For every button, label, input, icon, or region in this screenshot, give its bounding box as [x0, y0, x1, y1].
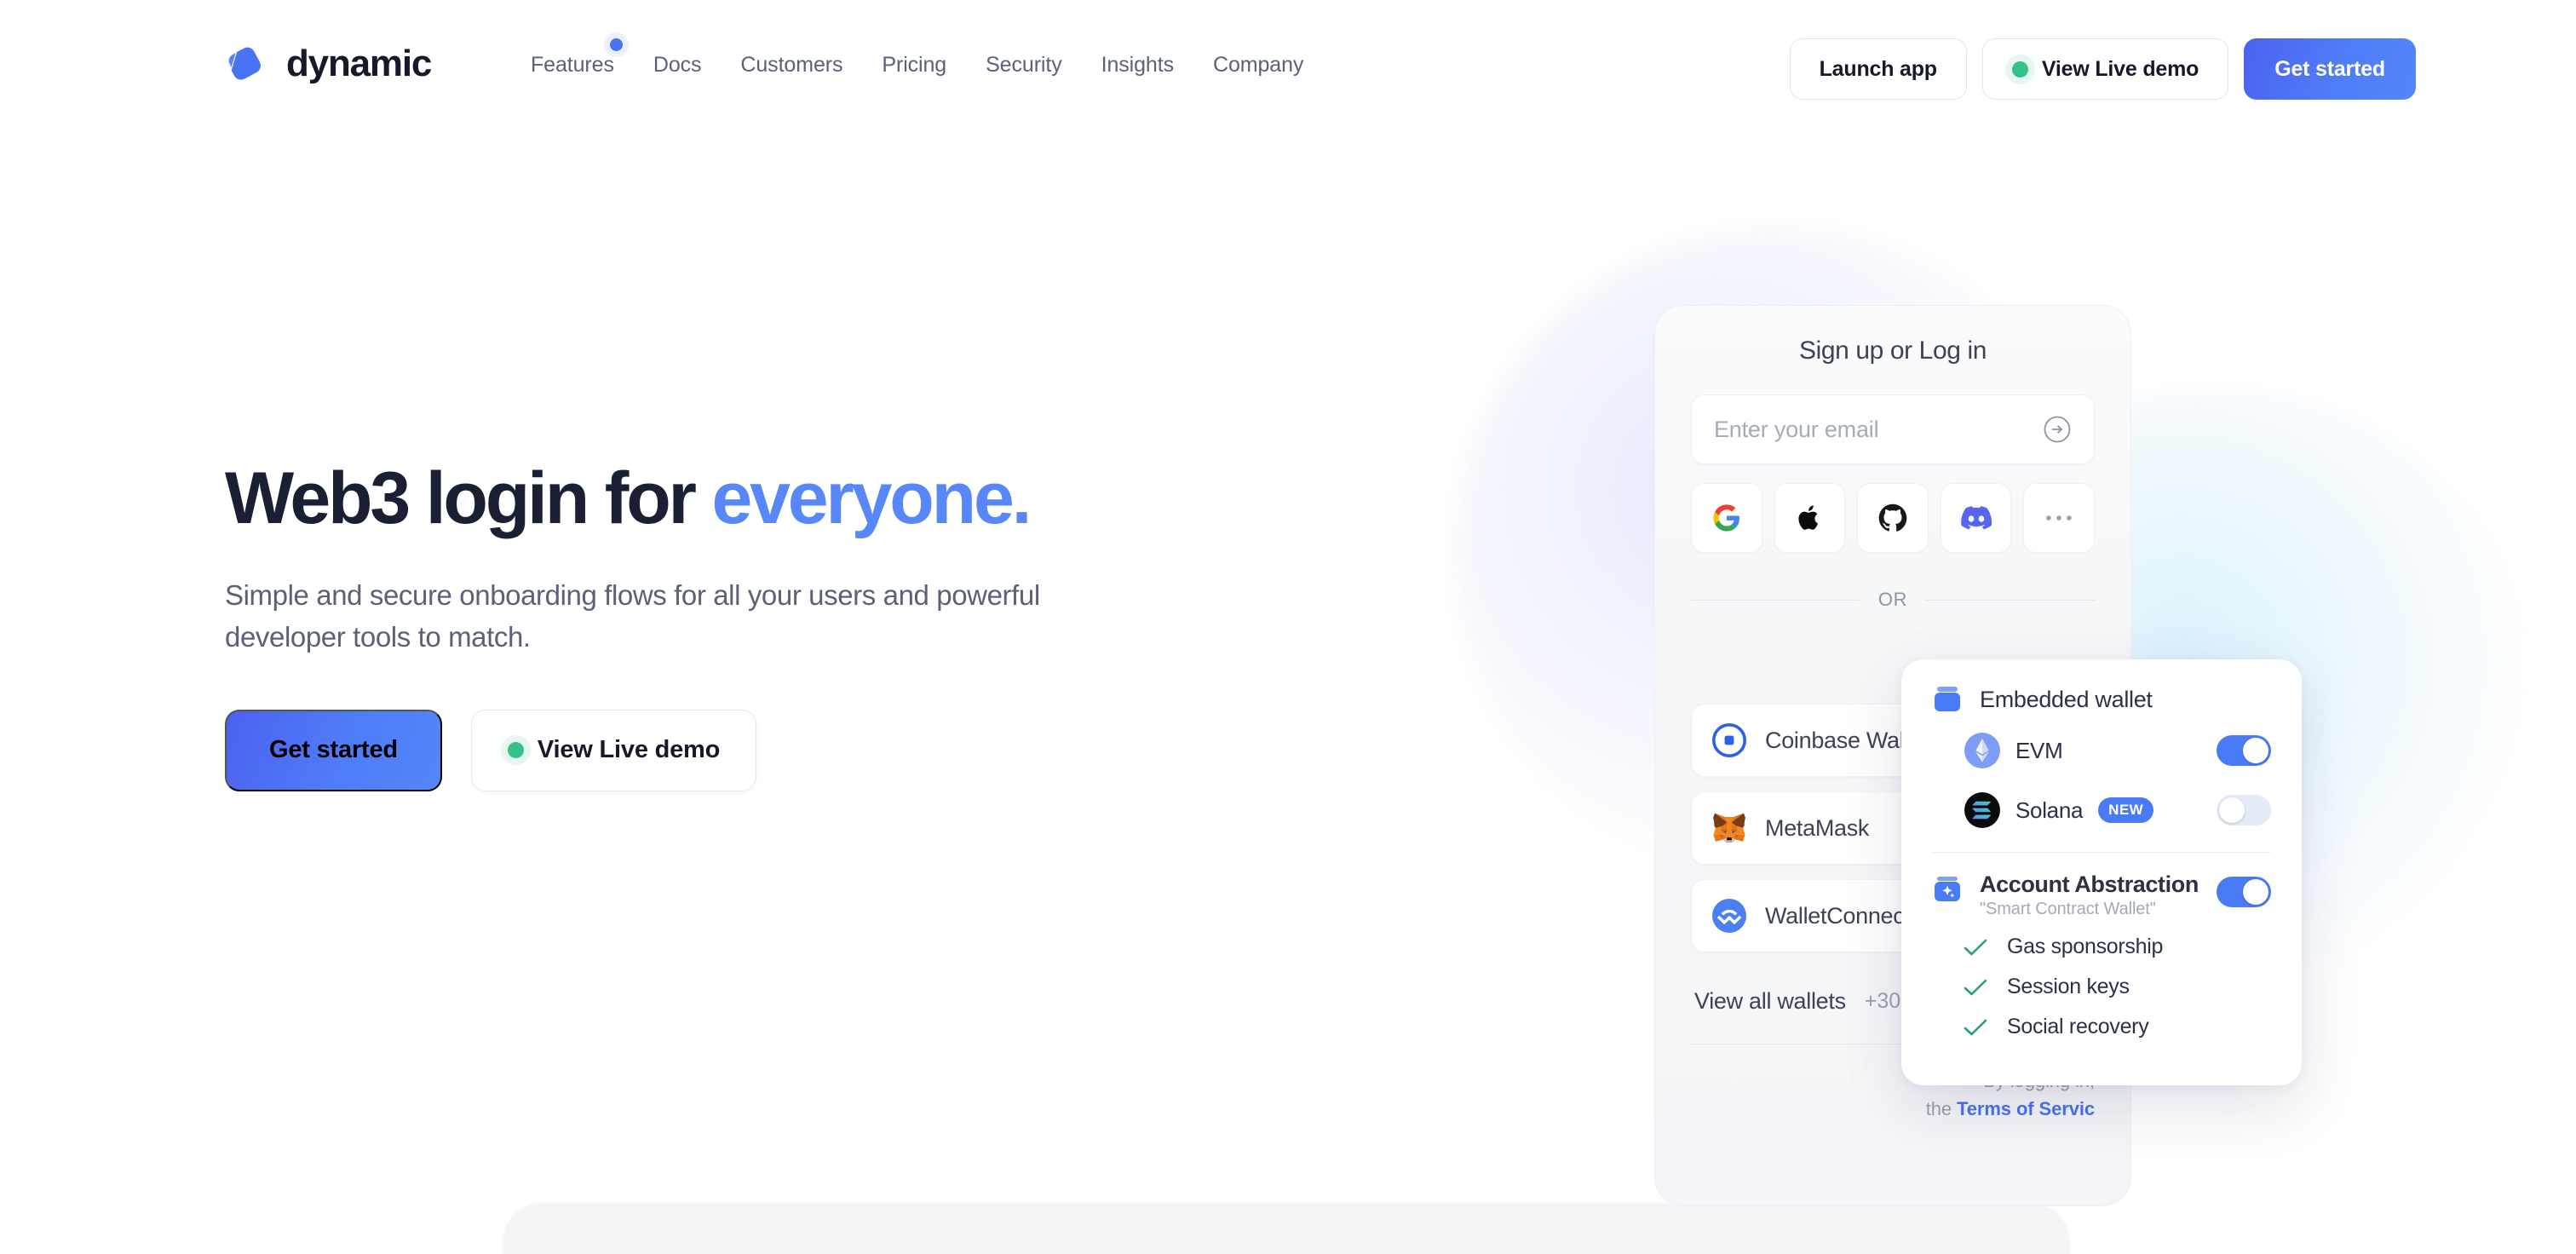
- github-icon: [1878, 503, 1907, 532]
- account-abstraction-title: Account Abstraction: [1980, 871, 2199, 897]
- apple-icon: [1797, 503, 1822, 532]
- hero-title-main: Web3 login for: [225, 457, 712, 539]
- account-abstraction-header: Account Abstraction "Smart Contract Wall…: [1932, 871, 2271, 919]
- or-divider: OR: [1691, 589, 2096, 611]
- hero-cta-group: Get started View Live demo: [225, 709, 1247, 791]
- nav-label: Features: [531, 53, 614, 77]
- nav-item-pricing[interactable]: Pricing: [862, 53, 966, 78]
- chain-row-evm: EVM: [1932, 728, 2271, 774]
- account-abstraction-subtitle: "Smart Contract Wallet": [1980, 900, 2156, 918]
- social-login-google[interactable]: [1691, 483, 1762, 553]
- toggle-evm[interactable]: [2217, 735, 2271, 766]
- wallet-icon: [1932, 685, 1963, 714]
- social-login-row: [1691, 483, 2095, 553]
- chain-name-solana: Solana: [2015, 797, 2084, 823]
- product-preview: Sign up or Log in Enter your email OR Co…: [1431, 204, 2573, 1206]
- check-icon: [1963, 1017, 1988, 1038]
- header-get-started-button[interactable]: Get started: [2244, 38, 2416, 100]
- primary-nav: Features Docs Customers Pricing Security…: [511, 38, 1323, 78]
- check-icon: [1963, 937, 1988, 958]
- header-live-demo-button[interactable]: View Live demo: [1981, 38, 2229, 100]
- aa-feature-social-recovery: Social recovery: [1932, 1015, 2271, 1039]
- dynamic-diamond-logo-icon: [223, 44, 267, 83]
- aa-feature-gas-sponsorship: Gas sponsorship: [1932, 935, 2271, 959]
- header-live-demo-label: View Live demo: [2041, 56, 2199, 81]
- hero-live-demo-button[interactable]: View Live demo: [470, 709, 757, 791]
- landing-page: dynamic Features Docs Customers Pricing …: [0, 0, 2576, 1254]
- toggle-knob: [2243, 879, 2268, 905]
- metamask-icon: [1712, 812, 1746, 844]
- hero-title-accent: everyone.: [711, 457, 1032, 539]
- or-divider-label: OR: [1877, 589, 1908, 610]
- more-options-icon: [2044, 514, 2073, 522]
- launch-app-button[interactable]: Launch app: [1789, 38, 1967, 100]
- status-badge-new: NEW: [2098, 797, 2154, 823]
- nav-item-insights[interactable]: Insights: [1082, 53, 1193, 78]
- header-actions: Launch app View Live demo Get started: [1789, 38, 2416, 100]
- aa-feature-label: Gas sponsorship: [2007, 935, 2164, 958]
- wallet-name: WalletConnect: [1765, 902, 1911, 929]
- embedded-wallet-title: Embedded wallet: [1980, 686, 2153, 712]
- nav-item-features[interactable]: Features: [511, 38, 634, 78]
- email-input[interactable]: Enter your email: [1714, 417, 2043, 443]
- hero-get-started-button[interactable]: Get started: [225, 709, 442, 791]
- wallet-name: MetaMask: [1765, 814, 1870, 841]
- social-login-github[interactable]: [1857, 483, 1929, 553]
- hero-subtitle: Simple and secure onboarding flows for a…: [225, 579, 1040, 653]
- nav-item-company[interactable]: Company: [1193, 53, 1323, 78]
- discord-icon: [1960, 506, 1992, 530]
- embedded-wallet-header: Embedded wallet: [1932, 685, 2271, 714]
- divider-line-left: [1691, 599, 1860, 601]
- chain-name-evm: EVM: [2015, 737, 2063, 763]
- nav-item-security[interactable]: Security: [966, 53, 1082, 78]
- aa-feature-session-keys: Session keys: [1932, 975, 2271, 999]
- login-widget-title: Sign up or Log in: [1798, 337, 1987, 365]
- aa-feature-label: Social recovery: [2007, 1015, 2149, 1038]
- walletconnect-icon: [1712, 899, 1746, 933]
- divider-line-right: [1926, 599, 2096, 601]
- page-title: Web3 login for everyone.: [225, 457, 1247, 539]
- next-section-peek: [503, 1203, 2070, 1254]
- check-icon: [1963, 977, 1988, 998]
- terms-line-2: the Terms of Servic: [1691, 1095, 2095, 1123]
- features-new-dot-icon: [609, 38, 623, 51]
- login-widget-card: Sign up or Log in Enter your email OR: [1654, 305, 2131, 680]
- ethereum-icon: [1964, 733, 2000, 768]
- hero-section: Web3 login for everyone. Simple and secu…: [225, 457, 1247, 791]
- arrow-right-circle-icon[interactable]: [2043, 415, 2072, 444]
- social-login-apple[interactable]: [1774, 483, 1846, 553]
- brand-logo[interactable]: dynamic: [223, 43, 432, 85]
- toggle-knob: [2243, 738, 2268, 763]
- social-login-discord[interactable]: [1940, 483, 2012, 553]
- terms-of-service-link[interactable]: Terms of Servic: [1957, 1098, 2095, 1119]
- nav-item-customers[interactable]: Customers: [721, 53, 862, 78]
- hero-live-status-dot-icon: [507, 742, 524, 759]
- hero-live-demo-label: View Live demo: [537, 736, 721, 764]
- sparkle-wallet-icon: [1932, 875, 1963, 904]
- google-icon: [1712, 503, 1741, 532]
- site-header: dynamic Features Docs Customers Pricing …: [0, 0, 2576, 143]
- features-overlay-panel: Embedded wallet EVM Solana NEW Account A…: [1901, 659, 2302, 1085]
- terms-prefix: the: [1925, 1098, 1958, 1119]
- toggle-knob: [2219, 797, 2245, 823]
- chain-row-solana: Solana NEW: [1932, 787, 2271, 833]
- nav-item-docs[interactable]: Docs: [634, 53, 722, 78]
- view-all-wallets-label: View all wallets: [1694, 988, 1846, 1014]
- brand-name: dynamic: [286, 43, 432, 84]
- solana-icon: [1964, 792, 2000, 828]
- coinbase-wallet-icon: [1712, 723, 1746, 757]
- aa-feature-label: Session keys: [2007, 975, 2130, 998]
- toggle-solana[interactable]: [2217, 795, 2271, 825]
- features-panel-divider: [1932, 852, 2271, 853]
- email-input-row[interactable]: Enter your email: [1691, 394, 2095, 464]
- live-status-dot-icon: [2011, 60, 2028, 78]
- toggle-account-abstraction[interactable]: [2217, 877, 2271, 907]
- social-login-more[interactable]: [2023, 483, 2095, 553]
